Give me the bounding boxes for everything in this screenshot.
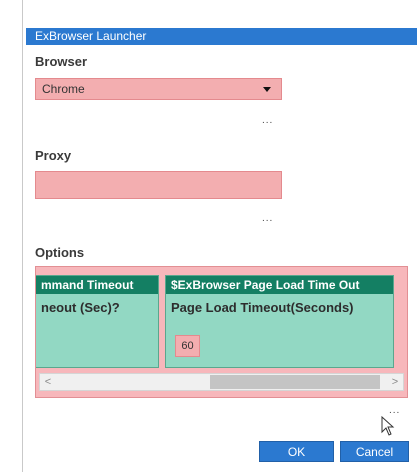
option-card-label: neout (Sec)? [41,300,120,315]
scroll-left-icon[interactable]: < [40,374,56,390]
proxy-more-button[interactable]: ... [262,213,273,224]
options-panel: mmand Timeout neout (Sec)? $ExBrowser Pa… [35,266,408,398]
cancel-button[interactable]: Cancel [340,441,409,462]
page-load-timeout-input[interactable]: 60 [175,335,200,357]
chevron-down-icon[interactable] [263,87,271,92]
proxy-label: Proxy [35,148,72,163]
option-card-command-timeout: mmand Timeout neout (Sec)? [36,275,159,368]
options-label: Options [35,245,85,260]
scrollbar-thumb[interactable] [210,375,380,389]
horizontal-scrollbar[interactable]: < > [39,373,404,391]
option-card-page-load-timeout: $ExBrowser Page Load Time Out Page Load … [165,275,394,368]
browser-select-value: Chrome [42,82,85,96]
launcher-dialog [22,0,417,472]
browser-more-button[interactable]: ... [262,115,273,126]
scroll-right-icon[interactable]: > [387,374,403,390]
window-title: ExBrowser Launcher [26,28,417,45]
browser-select[interactable]: Chrome [35,78,282,100]
footer-more-button[interactable]: ... [389,405,400,416]
option-card-header: mmand Timeout [36,276,158,294]
option-card-label: Page Load Timeout(Seconds) [171,300,354,315]
mouse-cursor-icon [381,415,395,441]
proxy-input[interactable] [35,171,282,199]
ok-button[interactable]: OK [259,441,334,462]
browser-label: Browser [35,54,88,69]
option-card-header: $ExBrowser Page Load Time Out [166,276,393,294]
